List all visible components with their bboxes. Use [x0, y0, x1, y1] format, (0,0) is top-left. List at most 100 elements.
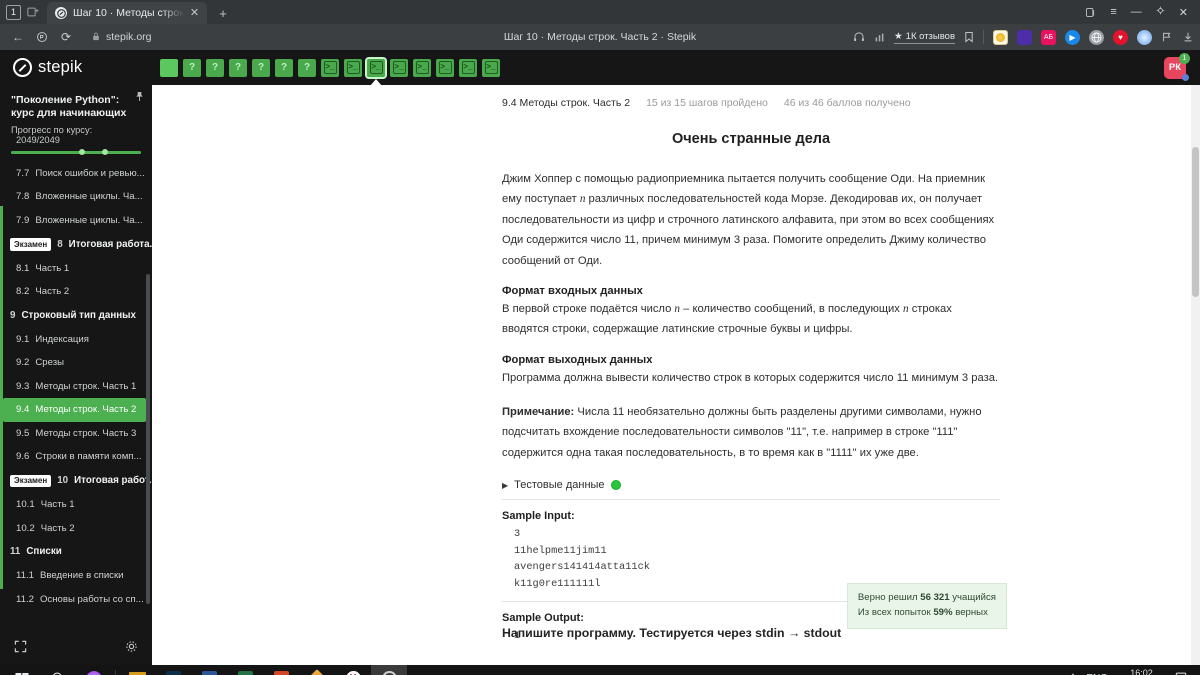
main-scrollbar-thumb[interactable] — [1192, 147, 1199, 297]
step-button-6[interactable]: ? — [275, 58, 293, 77]
address-bar[interactable]: stepik.org — [84, 28, 160, 46]
pin-icon[interactable] — [135, 91, 144, 104]
heart-red-extension-icon[interactable]: ♥ — [1113, 29, 1128, 45]
word-icon[interactable]: W — [191, 665, 227, 675]
system-tray: ^ ENG 16:02 10.10.2022 — [1071, 668, 1196, 675]
sidebar-item-9-6[interactable]: 9.6 Строки в памяти комп... — [0, 445, 152, 469]
sidebar-item-9-2[interactable]: 9.2 Срезы — [0, 351, 152, 375]
reviews-button[interactable]: ★ 1К отзывов — [894, 31, 955, 44]
new-tab-window-icon[interactable] — [25, 4, 41, 20]
quiz-icon: ? — [257, 62, 265, 73]
step-button-1[interactable] — [160, 58, 178, 77]
minimize-icon[interactable]: — — [1131, 6, 1142, 18]
problem-note: Примечание: Числа 11 необязательно должн… — [502, 402, 1000, 463]
sidebar-item-7-9[interactable]: 7.9 Вложенные циклы. Ча... — [0, 209, 152, 233]
back-button[interactable]: ← — [6, 26, 30, 48]
downloads-icon[interactable] — [1182, 31, 1194, 43]
sidebar-scrollbar[interactable] — [146, 273, 150, 604]
sidebar-item-10-1[interactable]: 10.1 Часть 1 — [0, 493, 152, 517]
sidebar-item-11[interactable]: 11 Списки — [0, 540, 152, 564]
sidebar-item-9-5[interactable]: 9.5 Методы строк. Часть 3 — [0, 422, 152, 446]
circle-orange-extension-icon[interactable] — [993, 29, 1008, 45]
notification-badge: 1 — [1179, 52, 1190, 64]
stats-percent-pre: Из всех попыток — [857, 607, 934, 619]
browser-menu-icon[interactable]: ≡ — [1110, 6, 1116, 18]
stepik-logo-icon — [13, 58, 32, 77]
main-scrollbar[interactable] — [1191, 85, 1200, 665]
sidebar-item-8-1[interactable]: 8.1 Часть 1 — [0, 257, 152, 281]
step-button-4[interactable]: ? — [229, 58, 247, 77]
opera-browser-icon[interactable] — [371, 665, 407, 675]
sidebar-item-9[interactable]: 9 Строковый тип данных — [0, 304, 152, 328]
powerpoint-icon-glyph: P — [273, 671, 289, 675]
close-icon[interactable]: ✕ — [190, 7, 199, 19]
translate-extension-label: AБ — [1043, 33, 1054, 41]
collections-icon[interactable] — [1085, 7, 1096, 18]
step-button-13[interactable]: >_ — [436, 58, 454, 77]
stats-icon[interactable] — [874, 32, 885, 43]
purple-extension-icon[interactable] — [1017, 29, 1032, 45]
translate-extension-icon[interactable]: AБ — [1041, 29, 1056, 45]
sidebar-item-11-1[interactable]: 11.1 Введение в списки — [0, 564, 152, 588]
windows-start-icon[interactable] — [4, 665, 40, 675]
play-blue-extension-icon[interactable]: ▶ — [1065, 29, 1080, 45]
yandex-browser-icon[interactable]: Y — [335, 665, 371, 675]
file-explorer-icon[interactable] — [119, 665, 155, 675]
step-button-2[interactable]: ? — [183, 58, 201, 77]
sidebar-item-9-3[interactable]: 9.3 Методы строк. Часть 1 — [0, 375, 152, 399]
sidebar-item-8[interactable]: Экзамен 8 Итоговая работа... — [0, 232, 152, 257]
maximize-icon[interactable] — [1156, 6, 1165, 18]
globe-extension-icon[interactable] — [1089, 29, 1104, 45]
sidebar-item-11-2[interactable]: 11.2 Основы работы со сп... — [0, 588, 152, 612]
powerpoint-icon[interactable]: P — [263, 665, 299, 675]
sidebar-item-9-1[interactable]: 9.1 Индексация — [0, 328, 152, 352]
step-button-9[interactable]: >_ — [344, 58, 362, 77]
sidebar-item-8-2[interactable]: 8.2 Часть 2 — [0, 280, 152, 304]
sidebar-item-10[interactable]: Экзамен 10 Итоговая работ... — [0, 469, 152, 494]
stepik-app: stepik "Поколение Python": курс для начи… — [0, 50, 1200, 665]
lesson-title[interactable]: 9.4 Методы строк. Часть 2 — [502, 97, 630, 109]
sample-input-label: Sample Input: — [502, 510, 575, 523]
step-button-15[interactable]: >_ — [482, 58, 500, 77]
output-format-text: Программа должна вывести количество стро… — [502, 371, 999, 384]
new-tab-button[interactable]: + — [211, 2, 235, 24]
tab-count-button[interactable]: 1 — [6, 4, 21, 20]
step-button-8[interactable]: >_ — [321, 58, 339, 77]
step-button-11[interactable]: >_ — [390, 58, 408, 77]
notification-icon[interactable] — [1175, 671, 1187, 675]
photoshop-icon[interactable]: Ps — [155, 665, 191, 675]
search-icon[interactable] — [40, 665, 76, 675]
blue-circle-extension-icon[interactable] — [1137, 29, 1152, 45]
step-button-3[interactable]: ? — [206, 58, 224, 77]
sidebar-item-10-2[interactable]: 10.2 Часть 2 — [0, 517, 152, 541]
reload-button[interactable]: ⟳ — [54, 26, 78, 48]
code-terminal-icon: >_ — [484, 61, 498, 74]
sidebar-item-label: Строки в памяти комп... — [35, 451, 142, 463]
input-text-2: – количество сообщений, в последующих — [680, 302, 903, 315]
gear-icon[interactable] — [125, 640, 138, 656]
bookmark-icon[interactable] — [964, 31, 974, 43]
fullscreen-icon[interactable] — [14, 640, 27, 656]
collections-flag-icon[interactable] — [1161, 31, 1173, 43]
user-avatar-wrapper[interactable]: РК 1 — [1164, 52, 1190, 81]
window-close-icon[interactable]: ✕ — [1179, 6, 1188, 19]
sidebar-lesson-list[interactable]: 7.7 Поиск ошибок и ревью... 7.8 Вложенные ц… — [0, 154, 152, 631]
step-button-7[interactable]: ? — [298, 58, 316, 77]
read-aloud-icon[interactable] — [30, 26, 54, 48]
sidebar-item-7-8[interactable]: 7.8 Вложенные циклы. Ча... — [0, 185, 152, 209]
sidebar-item-7-7[interactable]: 7.7 Поиск ошибок и ревью... — [0, 162, 152, 186]
sidebar-item-9-4[interactable]: 9.4 Методы строк. Часть 2 — [3, 398, 146, 422]
excel-icon[interactable]: X — [227, 665, 263, 675]
cortana-icon[interactable] — [76, 665, 112, 675]
step-button-14[interactable]: >_ — [459, 58, 477, 77]
clock[interactable]: 16:02 10.10.2022 — [1119, 668, 1164, 675]
test-data-toggle[interactable]: ▶ Тестовые данные — [502, 479, 1000, 491]
stepik-logo[interactable]: stepik — [0, 50, 152, 85]
step-button-12[interactable]: >_ — [413, 58, 431, 77]
headphones-icon[interactable] — [853, 31, 865, 43]
step-button-5[interactable]: ? — [252, 58, 270, 77]
browser-tab-active[interactable]: Шаг 10 · Методы строк ✕ — [47, 2, 208, 24]
sidebar-item-label: Основы работы со сп... — [39, 593, 144, 605]
diamond-app-icon[interactable] — [299, 665, 335, 675]
step-button-10[interactable]: >_ — [365, 56, 387, 79]
